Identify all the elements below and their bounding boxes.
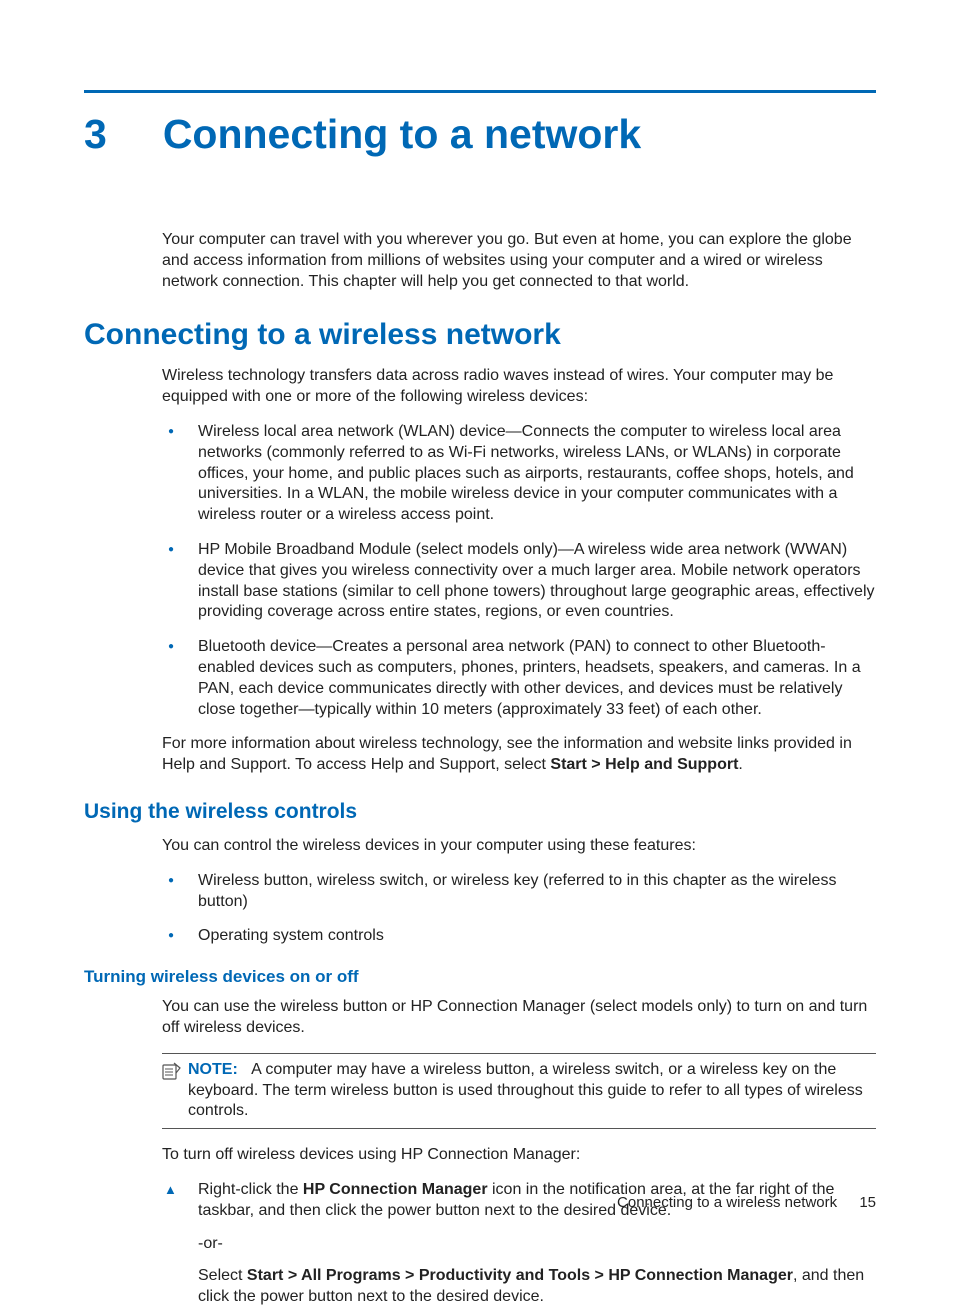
app-name-bold: HP Connection Manager	[303, 1181, 488, 1198]
list-item: Bluetooth device—Creates a personal area…	[162, 637, 876, 720]
page-footer: Connecting to a wireless network 15	[617, 1194, 876, 1211]
note-box: NOTE: A computer may have a wireless but…	[162, 1053, 876, 1129]
or-separator: -or-	[198, 1234, 876, 1255]
subsubsection-turning-devices-heading: Turning wireless devices on or off	[84, 967, 876, 987]
chapter-number: 3	[84, 111, 107, 158]
text-run: Select	[198, 1267, 247, 1284]
footer-section-title: Connecting to a wireless network	[617, 1194, 837, 1211]
triangle-icon: ▲	[164, 1182, 177, 1199]
menu-path-bold: Start > Help and Support	[550, 756, 738, 773]
page-number: 15	[859, 1194, 876, 1211]
note-icon	[162, 1060, 188, 1122]
chapter-heading: 3 Connecting to a network	[84, 111, 876, 158]
wireless-device-list: Wireless local area network (WLAN) devic…	[162, 422, 876, 720]
list-item: HP Mobile Broadband Module (select model…	[162, 540, 876, 623]
text-run: For more information about wireless tech…	[162, 735, 852, 773]
wireless-more-info: For more information about wireless tech…	[162, 734, 876, 776]
section-wireless-heading: Connecting to a wireless network	[84, 318, 876, 352]
wireless-intro: Wireless technology transfers data acros…	[162, 366, 876, 408]
note-label: NOTE:	[188, 1061, 238, 1078]
text-run: .	[738, 756, 742, 773]
text-run: Right-click the	[198, 1181, 303, 1198]
turning-intro: You can use the wireless button or HP Co…	[162, 997, 876, 1039]
list-item: Wireless local area network (WLAN) devic…	[162, 422, 876, 526]
subsection-wireless-controls-heading: Using the wireless controls	[84, 800, 876, 824]
top-rule	[84, 90, 876, 93]
menu-path-bold: Start > All Programs > Productivity and …	[247, 1267, 793, 1284]
list-item: Operating system controls	[162, 926, 876, 947]
proc-lead: To turn off wireless devices using HP Co…	[162, 1145, 876, 1166]
controls-list: Wireless button, wireless switch, or wir…	[162, 871, 876, 947]
list-item: Wireless button, wireless switch, or wir…	[162, 871, 876, 913]
controls-intro: You can control the wireless devices in …	[162, 836, 876, 857]
intro-paragraph: Your computer can travel with you wherev…	[162, 230, 876, 292]
note-text: A computer may have a wireless button, a…	[188, 1061, 863, 1120]
chapter-title: Connecting to a network	[163, 111, 641, 158]
